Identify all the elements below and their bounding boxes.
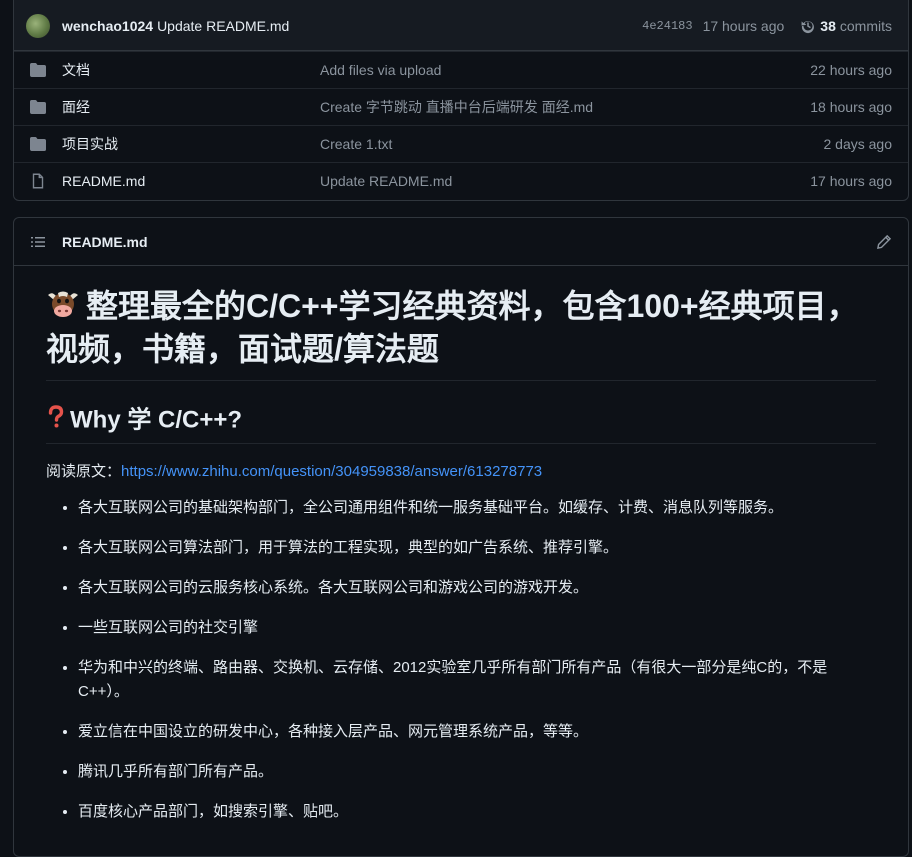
- file-commit-time: 17 hours ago: [810, 173, 892, 189]
- list-item: 各大互联网公司算法部门，用于算法的工程实现，典型的如广告系统、推荐引擎。: [78, 536, 876, 560]
- readme-title-line1: 整理最全的C/C++学习经典资料，包含100+经典项目，: [86, 288, 859, 324]
- folder-icon: [30, 62, 46, 78]
- folder-icon: [30, 136, 46, 152]
- file-commit-message[interactable]: Create 1.txt: [320, 136, 824, 152]
- readme-title: 整理最全的C/C++学习经典资料，包含100+经典项目， 视频，书籍，面试题/算…: [46, 286, 876, 382]
- pencil-icon[interactable]: [876, 234, 892, 250]
- commit-message[interactable]: Update README.md: [157, 18, 289, 34]
- list-item: 爱立信在中国设立的研发中心，各种接入层产品、网元管理系统产品，等等。: [78, 720, 876, 744]
- cow-icon: [46, 288, 80, 329]
- file-commit-time: 2 days ago: [823, 136, 893, 152]
- file-row[interactable]: 面经 Create 字节跳动 直播中台后端研发 面经.md 18 hours a…: [14, 88, 908, 125]
- file-commit-time: 22 hours ago: [810, 62, 892, 78]
- readme-filename[interactable]: README.md: [62, 234, 148, 250]
- file-row[interactable]: README.md Update README.md 17 hours ago: [14, 162, 908, 199]
- section-heading-text: Why 学 C/C++?: [70, 406, 243, 434]
- file-name[interactable]: README.md: [62, 173, 320, 189]
- question-mark-icon: [46, 405, 66, 437]
- list-item: 腾讯几乎所有部门所有产品。: [78, 760, 876, 784]
- commit-author[interactable]: wenchao1024: [62, 18, 153, 34]
- source-label: 阅读原文：: [46, 463, 122, 481]
- section-heading: Why 学 C/C++?: [46, 405, 876, 445]
- commit-age: 17 hours ago: [702, 17, 785, 34]
- file-commit-time: 18 hours ago: [810, 99, 892, 115]
- commits-link[interactable]: 38 commits: [800, 18, 892, 34]
- file-name[interactable]: 面经: [62, 97, 320, 117]
- list-icon[interactable]: [30, 234, 46, 250]
- file-row[interactable]: 项目实战 Create 1.txt 2 days ago: [14, 125, 908, 162]
- file-commit-message[interactable]: Add files via upload: [320, 62, 810, 78]
- readme-title-line2: 视频，书籍，面试题/算法题: [46, 331, 439, 368]
- commit-sha[interactable]: 4e24183: [642, 19, 692, 33]
- list-item: 华为和中兴的终端、路由器、交换机、云存储、2012实验室几乎所有部门所有产品（有…: [78, 656, 876, 704]
- commit-count: 38: [820, 17, 836, 34]
- commits-label: commits: [839, 17, 892, 34]
- file-icon: [30, 173, 46, 189]
- folder-icon: [30, 99, 46, 115]
- list-item: 各大互联网公司的云服务核心系统。各大互联网公司和游戏公司的游戏开发。: [78, 576, 876, 600]
- reason-list: 各大互联网公司的基础架构部门，全公司通用组件和统一服务基础平台。如缓存、计费、消…: [46, 496, 876, 824]
- file-browser: wenchao1024 Update README.md 4e24183 17 …: [13, 0, 909, 201]
- readme-header: README.md: [14, 218, 908, 266]
- file-name[interactable]: 文档: [62, 60, 320, 80]
- list-item: 百度核心产品部门，如搜索引擎、贴吧。: [78, 800, 876, 824]
- file-name[interactable]: 项目实战: [62, 134, 320, 154]
- list-item: 一些互联网公司的社交引擎: [78, 616, 876, 640]
- file-row[interactable]: 文档 Add files via upload 22 hours ago: [14, 51, 908, 88]
- readme-content: 整理最全的C/C++学习经典资料，包含100+经典项目， 视频，书籍，面试题/算…: [14, 266, 908, 824]
- avatar[interactable]: [26, 13, 50, 38]
- latest-commit-bar: wenchao1024 Update README.md 4e24183 17 …: [14, 0, 908, 51]
- file-commit-message[interactable]: Create 字节跳动 直播中台后端研发 面经.md: [320, 97, 810, 117]
- file-commit-message[interactable]: Update README.md: [320, 173, 810, 189]
- source-paragraph: 阅读原文：https://www.zhihu.com/question/3049…: [46, 460, 876, 484]
- list-item: 各大互联网公司的基础架构部门，全公司通用组件和统一服务基础平台。如缓存、计费、消…: [78, 496, 876, 520]
- readme-panel: README.md 整理最全的C/C++学习经典资料，包含100+经典项目， 视…: [13, 217, 909, 857]
- history-icon: [801, 20, 815, 33]
- source-link[interactable]: https://www.zhihu.com/question/304959838…: [121, 463, 542, 480]
